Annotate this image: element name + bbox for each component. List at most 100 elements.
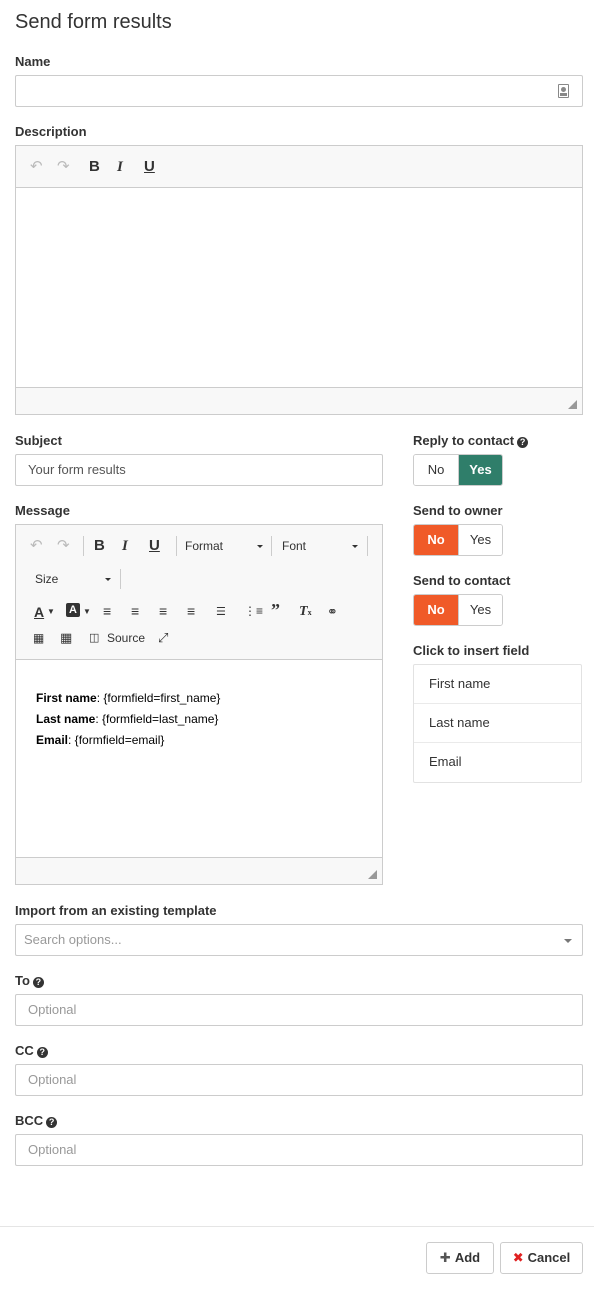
insert-field-item[interactable]: First name bbox=[414, 665, 581, 704]
description-label: Description bbox=[15, 124, 87, 139]
align-justify-icon[interactable]: ≡ bbox=[187, 602, 195, 620]
source-button[interactable]: Source bbox=[107, 629, 145, 647]
clear-format-icon[interactable]: Tx bbox=[299, 603, 312, 622]
cc-label: CC? bbox=[15, 1043, 48, 1058]
background-color-icon[interactable]: A bbox=[66, 603, 80, 617]
chevron-down-icon bbox=[105, 578, 111, 581]
chevron-down-icon bbox=[257, 545, 263, 548]
message-body: First name: {formfield=first_name} Last … bbox=[36, 688, 220, 751]
cancel-button[interactable]: ✖ Cancel bbox=[500, 1242, 583, 1274]
reply-to-contact-label-text: Reply to contact bbox=[413, 433, 515, 448]
underline-icon[interactable]: U bbox=[144, 158, 155, 176]
plus-icon: ✚ bbox=[439, 1250, 451, 1265]
message-label: Message bbox=[15, 503, 70, 518]
description-editor[interactable]: ↶ ↷ B I U bbox=[15, 145, 583, 415]
redo-icon[interactable]: ↷ bbox=[57, 537, 70, 555]
subject-value: Your form results bbox=[28, 462, 126, 477]
size-select[interactable]: Size bbox=[35, 570, 111, 588]
chevron-down-icon[interactable]: ▼ bbox=[83, 603, 91, 621]
bcc-label-text: BCC bbox=[15, 1113, 44, 1128]
message-line-value: : {formfield=last_name} bbox=[95, 712, 219, 726]
insert-field-item[interactable]: Email bbox=[414, 743, 581, 782]
subject-input[interactable]: Your form results bbox=[15, 454, 383, 486]
image-icon[interactable]: ▦ bbox=[33, 629, 44, 647]
italic-icon[interactable]: I bbox=[117, 158, 123, 176]
message-line-key: First name bbox=[36, 691, 97, 705]
link-icon[interactable]: ⚭ bbox=[327, 603, 338, 621]
to-input[interactable]: Optional bbox=[15, 994, 583, 1026]
add-button[interactable]: ✚ Add bbox=[426, 1242, 494, 1274]
message-editor[interactable]: ↶ ↷ B I U Format Font Size A ▼ A ▼ ≡ ≡ ≡… bbox=[15, 524, 383, 885]
name-input[interactable] bbox=[15, 75, 583, 107]
blockquote-icon[interactable]: ” bbox=[271, 601, 280, 619]
align-right-icon[interactable]: ≡ bbox=[159, 602, 167, 620]
undo-icon[interactable]: ↶ bbox=[30, 158, 43, 176]
insert-field-list: First name Last name Email bbox=[413, 664, 582, 783]
message-line: Email: {formfield=email} bbox=[36, 730, 220, 751]
resize-handle-icon[interactable] bbox=[368, 870, 377, 879]
footer-divider bbox=[0, 1226, 594, 1227]
toolbar-divider bbox=[83, 536, 84, 556]
message-line-value: : {formfield=email} bbox=[68, 733, 165, 747]
maximize-icon[interactable]: ⤢ bbox=[158, 629, 168, 647]
question-circle-icon[interactable]: ? bbox=[517, 437, 529, 448]
redo-icon[interactable]: ↷ bbox=[57, 158, 70, 176]
message-line: First name: {formfield=first_name} bbox=[36, 688, 220, 709]
bcc-input[interactable]: Optional bbox=[15, 1134, 583, 1166]
cc-input[interactable]: Optional bbox=[15, 1064, 583, 1096]
undo-icon[interactable]: ↶ bbox=[30, 537, 43, 555]
bold-icon[interactable]: B bbox=[94, 537, 105, 555]
text-color-icon[interactable]: A bbox=[34, 603, 44, 621]
table-icon[interactable]: ▦ bbox=[60, 629, 72, 647]
size-select-label: Size bbox=[35, 572, 59, 586]
description-content[interactable] bbox=[16, 188, 582, 387]
to-placeholder: Optional bbox=[28, 1002, 77, 1017]
italic-icon[interactable]: I bbox=[122, 537, 128, 555]
font-select[interactable]: Font bbox=[282, 537, 358, 555]
send-to-contact-toggle[interactable]: No Yes bbox=[413, 594, 503, 626]
underline-icon[interactable]: U bbox=[149, 537, 160, 555]
page-title: Send form results bbox=[15, 11, 172, 33]
message-line-key: Last name bbox=[36, 712, 96, 726]
align-left-icon[interactable]: ≡ bbox=[103, 602, 111, 620]
reply-to-contact-no[interactable]: No bbox=[414, 455, 458, 485]
format-select-label: Format bbox=[185, 539, 224, 553]
reply-to-contact-label: Reply to contact? bbox=[413, 433, 529, 448]
cc-placeholder: Optional bbox=[28, 1072, 77, 1087]
template-select[interactable]: Search options... bbox=[15, 924, 583, 956]
chevron-down-icon[interactable] bbox=[564, 939, 572, 943]
bcc-label: BCC? bbox=[15, 1113, 58, 1128]
format-select[interactable]: Format bbox=[185, 537, 263, 555]
message-content[interactable]: First name: {formfield=first_name} Last … bbox=[16, 660, 382, 857]
bold-icon[interactable]: B bbox=[89, 158, 100, 176]
question-circle-icon[interactable]: ? bbox=[46, 1117, 58, 1128]
font-select-label: Font bbox=[282, 539, 307, 553]
bulleted-list-icon[interactable]: ⋮≡ bbox=[244, 602, 263, 620]
message-line-value: : {formfield=first_name} bbox=[96, 691, 221, 705]
source-icon[interactable]: ◫ bbox=[89, 629, 99, 647]
numbered-list-icon[interactable]: ☰ bbox=[216, 603, 226, 621]
send-to-owner-yes[interactable]: Yes bbox=[458, 525, 502, 555]
send-to-contact-yes[interactable]: Yes bbox=[458, 595, 502, 625]
chevron-down-icon bbox=[352, 545, 358, 548]
insert-field-label: Click to insert field bbox=[413, 643, 530, 658]
cc-label-text: CC bbox=[15, 1043, 34, 1058]
insert-field-item[interactable]: Last name bbox=[414, 704, 581, 743]
send-to-owner-toggle[interactable]: No Yes bbox=[413, 524, 503, 556]
message-line-key: Email bbox=[36, 733, 69, 747]
toolbar-divider bbox=[367, 536, 368, 556]
question-circle-icon[interactable]: ? bbox=[32, 977, 44, 988]
toolbar-divider bbox=[176, 536, 177, 556]
send-to-contact-no[interactable]: No bbox=[414, 595, 458, 625]
reply-to-contact-yes[interactable]: Yes bbox=[458, 455, 502, 485]
description-toolbar: ↶ ↷ B I U bbox=[16, 146, 582, 188]
resize-handle-icon[interactable] bbox=[568, 400, 577, 409]
align-center-icon[interactable]: ≡ bbox=[131, 602, 139, 620]
to-label-text: To bbox=[15, 973, 30, 988]
reply-to-contact-toggle[interactable]: No Yes bbox=[413, 454, 503, 486]
send-to-owner-no[interactable]: No bbox=[414, 525, 458, 555]
question-circle-icon[interactable]: ? bbox=[36, 1047, 48, 1058]
contact-card-icon[interactable] bbox=[558, 84, 569, 98]
chevron-down-icon[interactable]: ▼ bbox=[47, 603, 55, 621]
description-footer bbox=[16, 387, 582, 414]
